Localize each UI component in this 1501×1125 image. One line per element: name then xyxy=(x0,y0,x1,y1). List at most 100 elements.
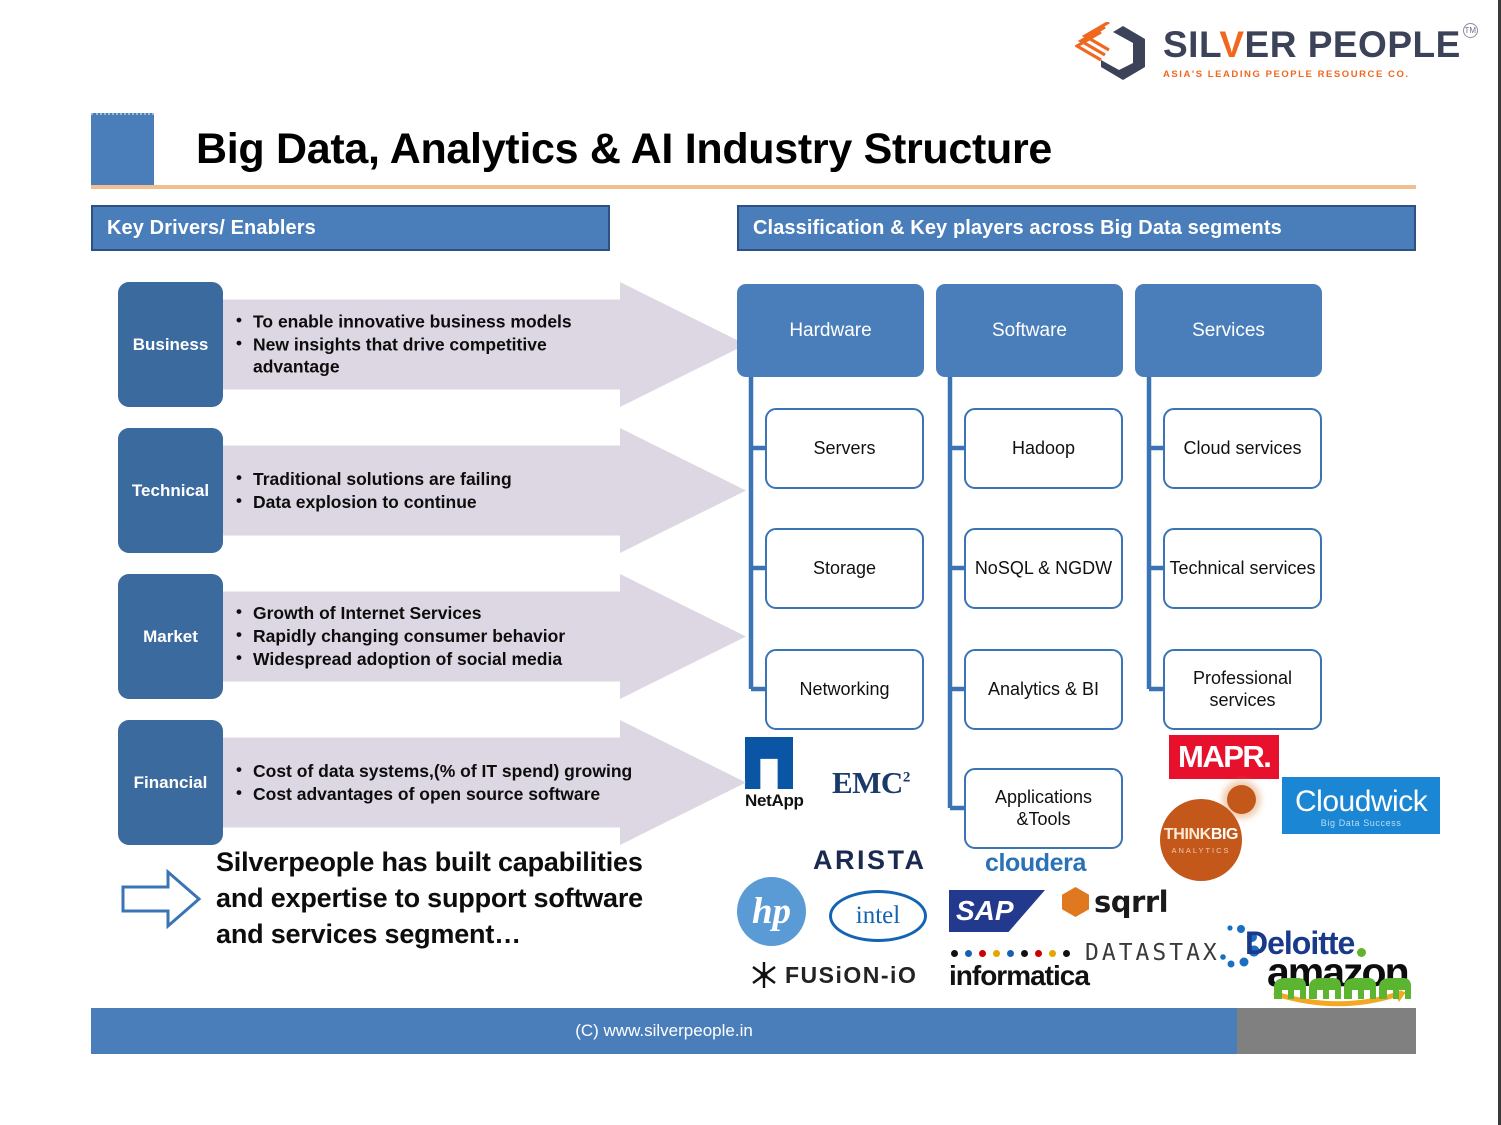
silverpeople-wordmark: SILVER PEOPLE ASIA'S LEADING PEOPLE RESO… xyxy=(1163,23,1478,80)
sap-logo: SAP xyxy=(949,890,1045,932)
fusion-io-logo: FUSiON-iO xyxy=(749,960,917,990)
intel-logo: intel xyxy=(829,890,927,942)
datastax-label: DATASTAX xyxy=(1085,940,1220,966)
tree-node-hardware[interactable]: Hardware xyxy=(737,284,924,377)
footer-copyright-label: (C) www.silverpeople.in xyxy=(575,1021,753,1040)
list-item: Cost advantages of open source software xyxy=(236,781,636,805)
tree-leaf-label: Professional services xyxy=(1192,667,1293,710)
tree-leaf-label: Servers xyxy=(813,437,876,458)
tree-leaf-label: Networking xyxy=(799,678,890,699)
informatica-label: informatica xyxy=(949,960,1090,991)
driver-label: Business xyxy=(132,334,209,354)
driver-bullets-market: Growth of Internet Services Rapidly chan… xyxy=(236,601,636,672)
driver-row-market: Market Growth of Internet Services Rapid… xyxy=(118,574,746,699)
list-item: To enable innovative business models xyxy=(236,309,636,332)
tree-column-services: Services Cloud services Technical servic… xyxy=(1135,284,1322,730)
driver-chip-financial: Financial xyxy=(118,720,223,845)
driver-label: Technical xyxy=(131,480,210,500)
key-drivers-list: Business To enable innovative business m… xyxy=(118,282,746,866)
hp-icon: hp xyxy=(737,877,806,946)
tree-leaf-label: Technical services xyxy=(1169,557,1316,578)
list-item: Data explosion to continue xyxy=(236,489,636,513)
slide-canvas: SILVER PEOPLE ASIA'S LEADING PEOPLE RESO… xyxy=(0,0,1501,1125)
hp-label: hp xyxy=(751,891,792,932)
logo-name-part2: ER PEOPLE xyxy=(1244,24,1461,65)
tree-node-label: Hardware xyxy=(789,319,872,341)
datastax-logo: DATASTAX xyxy=(1085,940,1220,966)
section-header-classification-label: Classification & Key players across Big … xyxy=(753,216,1282,239)
sap-label: SAP xyxy=(956,895,1014,926)
tree-leaf-label: Storage xyxy=(812,557,877,578)
list-item: New insights that drive competitive adva… xyxy=(236,332,636,377)
tree-node-services[interactable]: Services xyxy=(1135,284,1322,377)
tree-leaf-networking[interactable]: Networking xyxy=(765,649,924,730)
footer-gray-block xyxy=(1237,1008,1416,1054)
driver-row-business: Business To enable innovative business m… xyxy=(118,282,746,407)
driver-chip-technical: Technical xyxy=(118,428,223,553)
tree-leaf-label: Analytics & BI xyxy=(987,678,1100,699)
tree-leaf-cloud-services[interactable]: Cloud services xyxy=(1163,408,1322,489)
logo-name-v: V xyxy=(1219,24,1245,65)
deloitte-logo: Deloitte xyxy=(1245,925,1367,962)
capabilities-text: Silverpeople has built capabilities and … xyxy=(216,845,643,953)
driver-chip-market: Market xyxy=(118,574,223,699)
title-divider xyxy=(91,185,1416,189)
section-header-classification: Classification & Key players across Big … xyxy=(737,205,1416,251)
list-item: Traditional solutions are failing xyxy=(236,466,636,489)
tree-leaf-storage[interactable]: Storage xyxy=(765,528,924,609)
driver-label: Financial xyxy=(133,772,208,792)
page-title: Big Data, Analytics & AI Industry Struct… xyxy=(196,125,1053,173)
driver-bullets-business: To enable innovative business models New… xyxy=(236,309,636,379)
driver-row-technical: Technical Traditional solutions are fail… xyxy=(118,428,746,553)
page-title-block: Big Data, Analytics & AI Industry Struct… xyxy=(91,113,1416,189)
segment-tree: Hardware Servers Storage Networking Soft… xyxy=(737,284,1417,884)
tree-leaf-applications-tools[interactable]: Applications &Tools xyxy=(964,768,1123,849)
footer-copyright: (C) www.silverpeople.in xyxy=(91,1008,1237,1054)
logo-name-part1: SIL xyxy=(1163,24,1220,65)
deloitte-dot-icon xyxy=(1357,948,1367,957)
list-item: Widespread adoption of social media xyxy=(236,647,636,670)
tree-leaf-label: Applications &Tools xyxy=(994,786,1093,829)
intel-label: intel xyxy=(855,902,901,929)
capabilities-line-3: and services segment… xyxy=(216,918,521,949)
tree-leaf-label: Cloud services xyxy=(1183,437,1302,458)
tree-leaf-label: NoSQL & NGDW xyxy=(974,557,1113,578)
right-arrow-icon xyxy=(120,867,202,931)
list-item: Cost of data systems,(% of IT spend) gro… xyxy=(236,758,636,781)
tree-leaf-technical-services[interactable]: Technical services xyxy=(1163,528,1322,609)
tree-leaf-label: Hadoop xyxy=(1011,437,1076,458)
silverpeople-logo-icon xyxy=(1075,22,1149,84)
tree-column-software: Software Hadoop NoSQL & NGDW Analytics &… xyxy=(936,284,1123,849)
tree-column-hardware: Hardware Servers Storage Networking xyxy=(737,284,924,730)
tree-leaf-analytics-bi[interactable]: Analytics & BI xyxy=(964,649,1123,730)
title-accent-square xyxy=(91,113,154,185)
deloitte-label: Deloitte xyxy=(1245,925,1355,961)
driver-bullets-technical: Traditional solutions are failing Data e… xyxy=(236,466,636,513)
sqrrl-icon xyxy=(1062,887,1089,917)
driver-row-financial: Financial Cost of data systems,(% of IT … xyxy=(118,720,746,845)
capabilities-line-1: Silverpeople has built capabilities xyxy=(216,847,643,877)
silverpeople-logo: SILVER PEOPLE ASIA'S LEADING PEOPLE RESO… xyxy=(1075,22,1478,84)
hp-logo: hp xyxy=(737,877,806,946)
informatica-icon xyxy=(949,950,1089,957)
informatica-logo: informatica xyxy=(949,950,1090,992)
hortonworks-elephants-icon xyxy=(1274,978,1411,999)
tree-leaf-professional-services[interactable]: Professional services xyxy=(1163,649,1322,730)
tree-node-software[interactable]: Software xyxy=(936,284,1123,377)
tree-node-label: Services xyxy=(1192,319,1265,341)
driver-bullets-financial: Cost of data systems,(% of IT spend) gro… xyxy=(236,758,636,805)
section-header-key-drivers-label: Key Drivers/ Enablers xyxy=(107,216,316,239)
capabilities-callout: Silverpeople has built capabilities and … xyxy=(120,845,760,953)
tree-leaf-servers[interactable]: Servers xyxy=(765,408,924,489)
fusion-io-label: FUSiON-iO xyxy=(785,961,918,988)
driver-chip-business: Business xyxy=(118,282,223,407)
section-header-key-drivers: Key Drivers/ Enablers xyxy=(91,205,610,251)
tree-leaf-hadoop[interactable]: Hadoop xyxy=(964,408,1123,489)
sqrrl-logo: sqrrl xyxy=(1062,885,1169,919)
driver-label: Market xyxy=(143,626,198,646)
logo-tagline: ASIA'S LEADING PEOPLE RESOURCE CO. xyxy=(1163,69,1410,80)
list-item: Growth of Internet Services xyxy=(236,601,636,624)
trademark-icon: TM xyxy=(1462,23,1478,38)
tree-leaf-nosql-ngdw[interactable]: NoSQL & NGDW xyxy=(964,528,1123,609)
list-item: Rapidly changing consumer behavior xyxy=(236,624,636,647)
